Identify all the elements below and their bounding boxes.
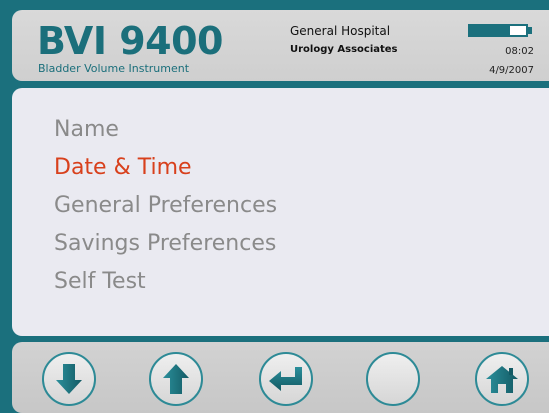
arrow-down-icon [56,364,82,394]
practice-name: Urology Associates [290,44,398,55]
arrow-up-icon [163,364,189,394]
menu-item-name[interactable]: Name [54,111,277,149]
enter-button[interactable] [259,352,313,406]
logo-subtitle: Bladder Volume Instrument [38,62,190,75]
battery-tip [528,27,532,34]
logo-title: BVI 9400 [37,19,223,63]
menu-item-general-preferences[interactable]: General Preferences [54,187,277,225]
clock-time: 08:02 [505,46,534,57]
menu-item-date-time[interactable]: Date & Time [54,149,277,187]
clock-date: 4/9/2007 [489,65,534,76]
down-button[interactable] [42,352,96,406]
footer-bar [12,342,549,413]
menu-item-savings-preferences[interactable]: Savings Preferences [54,225,277,263]
settings-menu-panel: Name Date & Time General Preferences Sav… [12,88,549,336]
battery-level [470,26,511,35]
settings-menu: Name Date & Time General Preferences Sav… [54,111,277,301]
menu-item-self-test[interactable]: Self Test [54,263,277,301]
enter-return-icon [269,367,302,391]
header-bar: BVI 9400 Bladder Volume Instrument Gener… [12,10,549,81]
hospital-name: General Hospital [290,24,391,38]
blank-button[interactable] [366,352,420,406]
home-button[interactable] [475,352,529,406]
device-frame: BVI 9400 Bladder Volume Instrument Gener… [0,0,549,413]
up-button[interactable] [149,352,203,406]
battery-icon [468,24,528,37]
home-icon [486,366,518,393]
